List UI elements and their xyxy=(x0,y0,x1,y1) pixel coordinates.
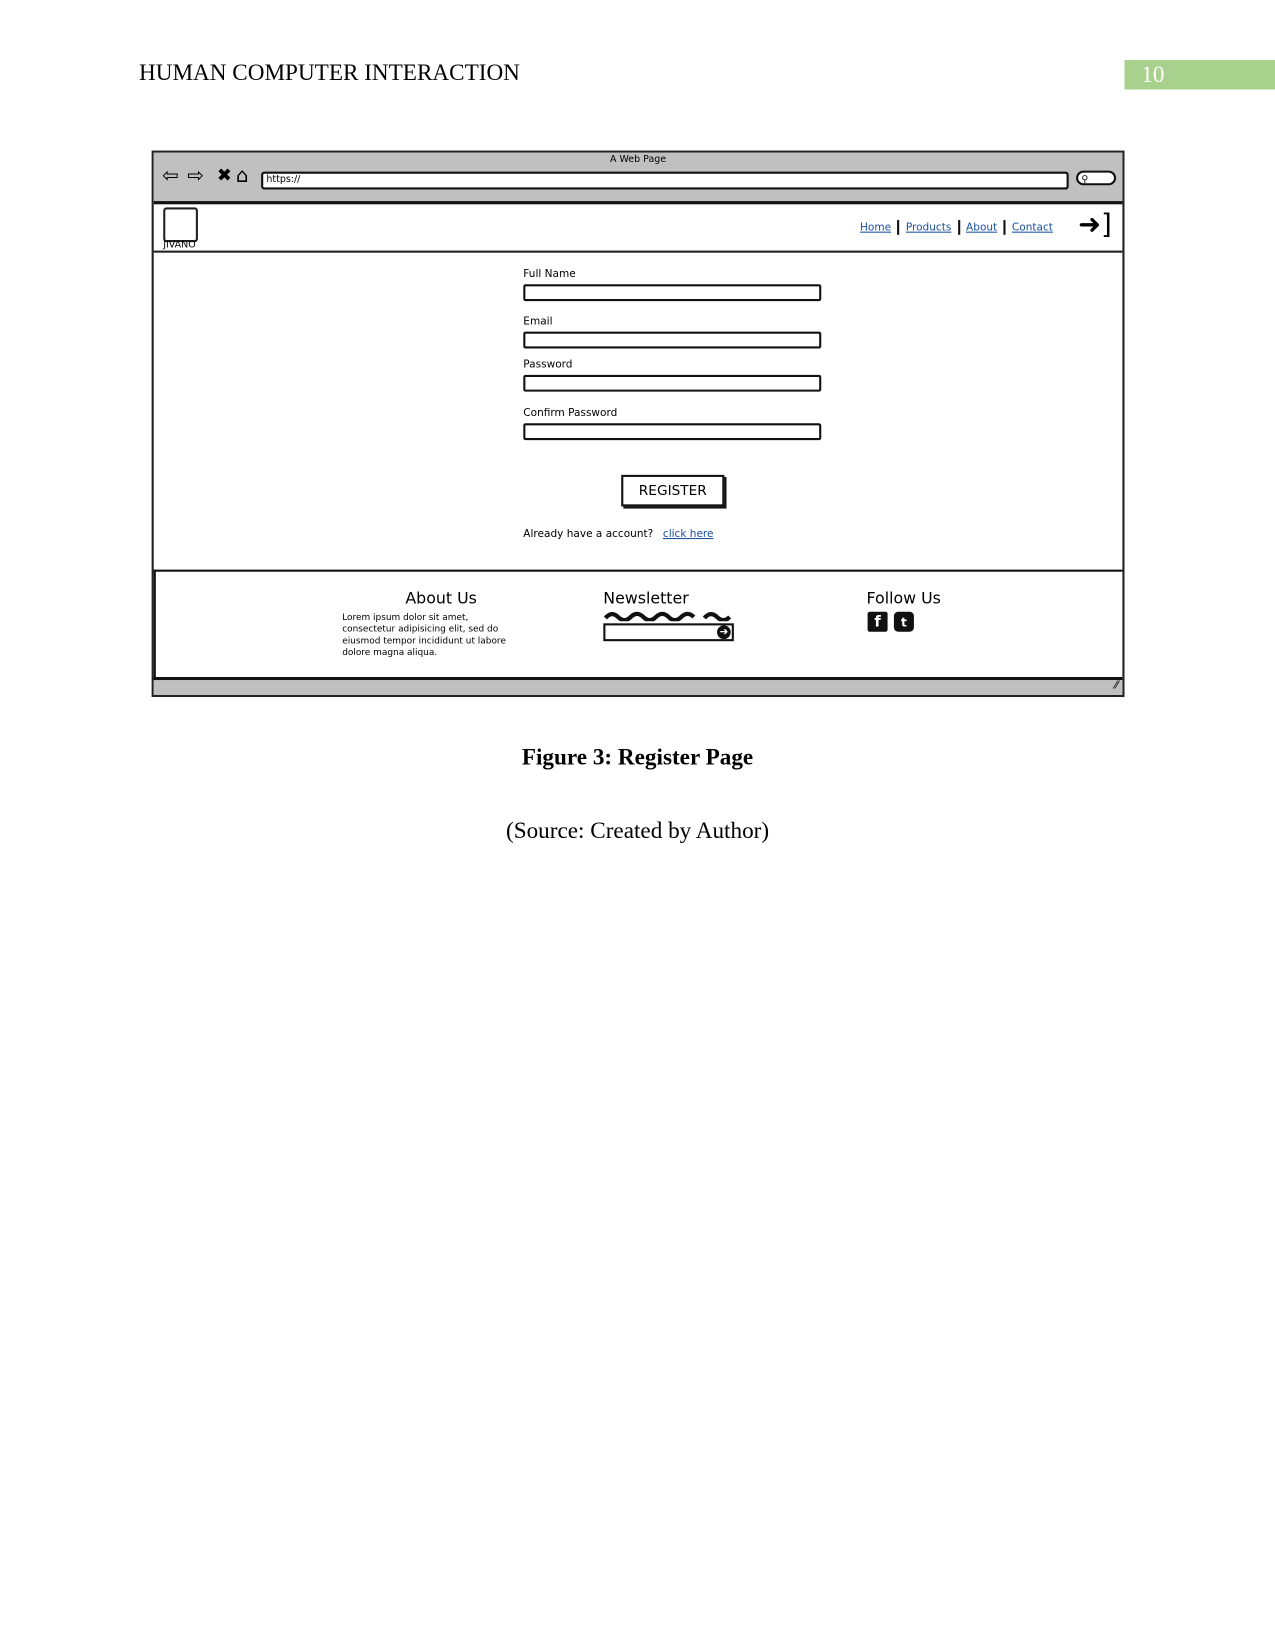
nav-separator xyxy=(1003,220,1006,235)
nav-products[interactable]: Products xyxy=(906,222,951,234)
figure-source: (Source: Created by Author) xyxy=(505,817,770,844)
full-name-input[interactable] xyxy=(523,284,822,302)
follow-us-heading: Follow Us xyxy=(866,588,941,608)
browser-title-bar: A Web Page ⇦ ⇨ ✖ ⌂ https:// ⚲ xyxy=(153,152,1123,205)
site-nav: Home Products About Contact xyxy=(860,220,1053,235)
resize-handle-icon[interactable]: ⁄⁄ xyxy=(1115,680,1119,692)
email-label: Email xyxy=(523,315,553,328)
full-name-label: Full Name xyxy=(523,268,576,281)
browser-status-bar: ⁄⁄ xyxy=(153,680,1123,695)
login-link[interactable]: click here xyxy=(663,529,714,541)
password-label: Password xyxy=(523,359,573,371)
logo-text: JIVANO xyxy=(163,240,196,251)
figure-caption: Figure 3: Register Page xyxy=(521,743,754,770)
newsletter-email-input[interactable]: ➜ xyxy=(603,623,734,642)
twitter-icon[interactable]: t xyxy=(893,611,914,632)
back-arrow-icon[interactable]: ⇦ xyxy=(162,165,179,186)
newsletter-heading: Newsletter xyxy=(603,588,689,608)
document-header: HUMAN COMPUTER INTERACTION xyxy=(138,58,520,86)
nav-home[interactable]: Home xyxy=(860,222,891,234)
nav-separator xyxy=(897,220,900,235)
about-us-heading: About Us xyxy=(405,588,477,608)
close-icon[interactable]: ✖ xyxy=(217,165,232,186)
password-input[interactable] xyxy=(523,374,822,392)
site-header: JIVANO Home Products About Contact ➜] xyxy=(153,204,1123,253)
browser-search-box[interactable]: ⚲ xyxy=(1076,170,1117,186)
login-prompt: Already have a account? click here xyxy=(523,529,713,541)
url-bar[interactable]: https:// xyxy=(261,171,1069,190)
nav-separator xyxy=(957,220,960,235)
browser-title: A Web Page xyxy=(609,154,667,166)
confirm-password-label: Confirm Password xyxy=(523,407,618,420)
login-prompt-text: Already have a account? xyxy=(523,528,654,541)
about-us-text: Lorem ipsum dolor sit amet, consectetur … xyxy=(342,612,506,659)
scribble-text-placeholder xyxy=(603,611,732,622)
facebook-icon[interactable]: f xyxy=(867,611,888,632)
confirm-password-input[interactable] xyxy=(523,423,822,441)
nav-about[interactable]: About xyxy=(966,222,997,234)
site-footer: About Us Lorem ipsum dolor sit amet, con… xyxy=(153,569,1123,681)
email-input[interactable] xyxy=(523,331,822,349)
forward-arrow-icon[interactable]: ⇨ xyxy=(187,165,204,186)
search-icon: ⚲ xyxy=(1081,174,1089,186)
home-icon[interactable]: ⌂ xyxy=(236,165,249,186)
register-button[interactable]: REGISTER xyxy=(621,474,725,507)
arrow-right-circle-icon[interactable]: ➜ xyxy=(717,625,731,640)
sign-in-icon[interactable]: ➜] xyxy=(1078,211,1112,240)
logo-placeholder[interactable] xyxy=(163,207,198,243)
wireframe-browser-window: A Web Page ⇦ ⇨ ✖ ⌂ https:// ⚲ JIVANO Hom… xyxy=(151,150,1125,698)
page-number: 10 xyxy=(1124,60,1275,90)
nav-contact[interactable]: Contact xyxy=(1012,222,1053,234)
